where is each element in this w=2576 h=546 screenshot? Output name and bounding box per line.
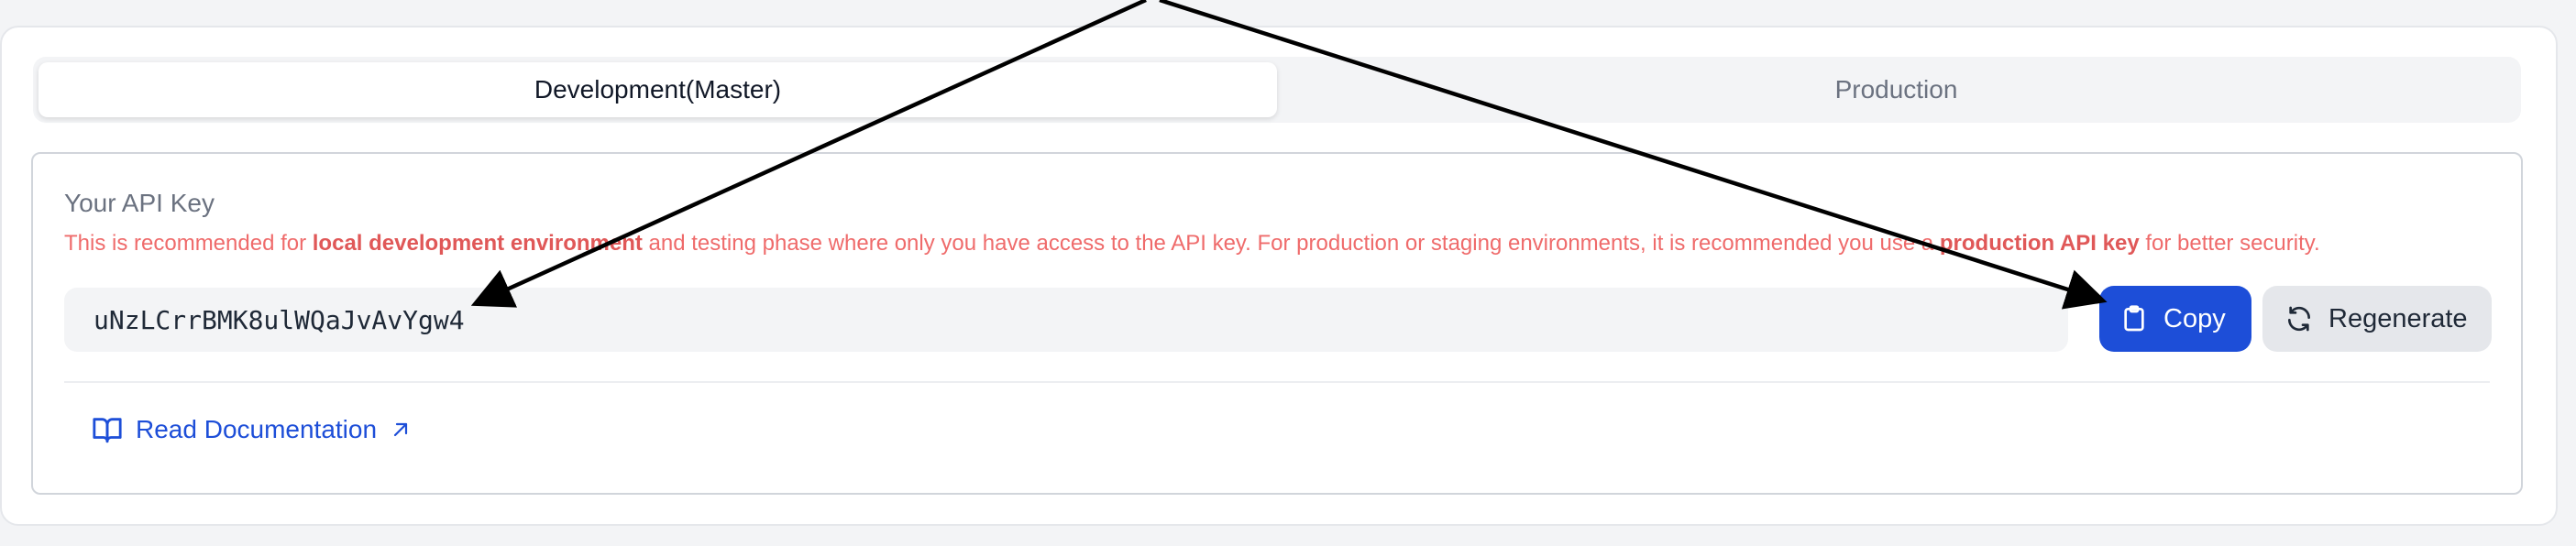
arrow-up-right-icon bbox=[390, 419, 412, 441]
tab-development-label: Development(Master) bbox=[534, 75, 782, 104]
book-open-icon bbox=[92, 414, 123, 445]
notice-text-3: for better security. bbox=[2139, 231, 2320, 256]
regenerate-button[interactable]: Regenerate bbox=[2262, 286, 2492, 352]
copy-button[interactable]: Copy bbox=[2099, 286, 2251, 352]
environment-tabs: Development(Master) Production bbox=[33, 57, 2521, 123]
clipboard-icon bbox=[2119, 304, 2149, 333]
api-key-value: uNzLCrrBMK8ulWQaJvAvYgw4 bbox=[94, 304, 465, 335]
read-documentation-link[interactable]: Read Documentation bbox=[92, 414, 412, 445]
api-key-field[interactable]: uNzLCrrBMK8ulWQaJvAvYgw4 bbox=[64, 288, 2068, 352]
read-documentation-label: Read Documentation bbox=[136, 415, 378, 443]
tab-production-label: Production bbox=[1834, 75, 1958, 104]
notice-bold-1: local development environment bbox=[312, 231, 643, 256]
divider bbox=[64, 381, 2490, 383]
refresh-icon bbox=[2284, 304, 2314, 333]
recommendation-notice: This is recommended for local developmen… bbox=[64, 231, 2503, 257]
api-key-title: Your API Key bbox=[64, 189, 215, 217]
notice-text-2: and testing phase where only you have ac… bbox=[642, 231, 1940, 256]
tab-development[interactable]: Development(Master) bbox=[39, 62, 1277, 117]
page: Development(Master) Production Your API … bbox=[0, 0, 2576, 546]
notice-text-1: This is recommended for bbox=[64, 231, 313, 256]
api-key-panel: Your API Key This is recommended for loc… bbox=[31, 152, 2523, 495]
regenerate-button-label: Regenerate bbox=[2328, 303, 2468, 333]
copy-button-label: Copy bbox=[2163, 303, 2226, 333]
notice-bold-2: production API key bbox=[1939, 231, 2140, 256]
tab-production[interactable]: Production bbox=[1277, 62, 2515, 117]
